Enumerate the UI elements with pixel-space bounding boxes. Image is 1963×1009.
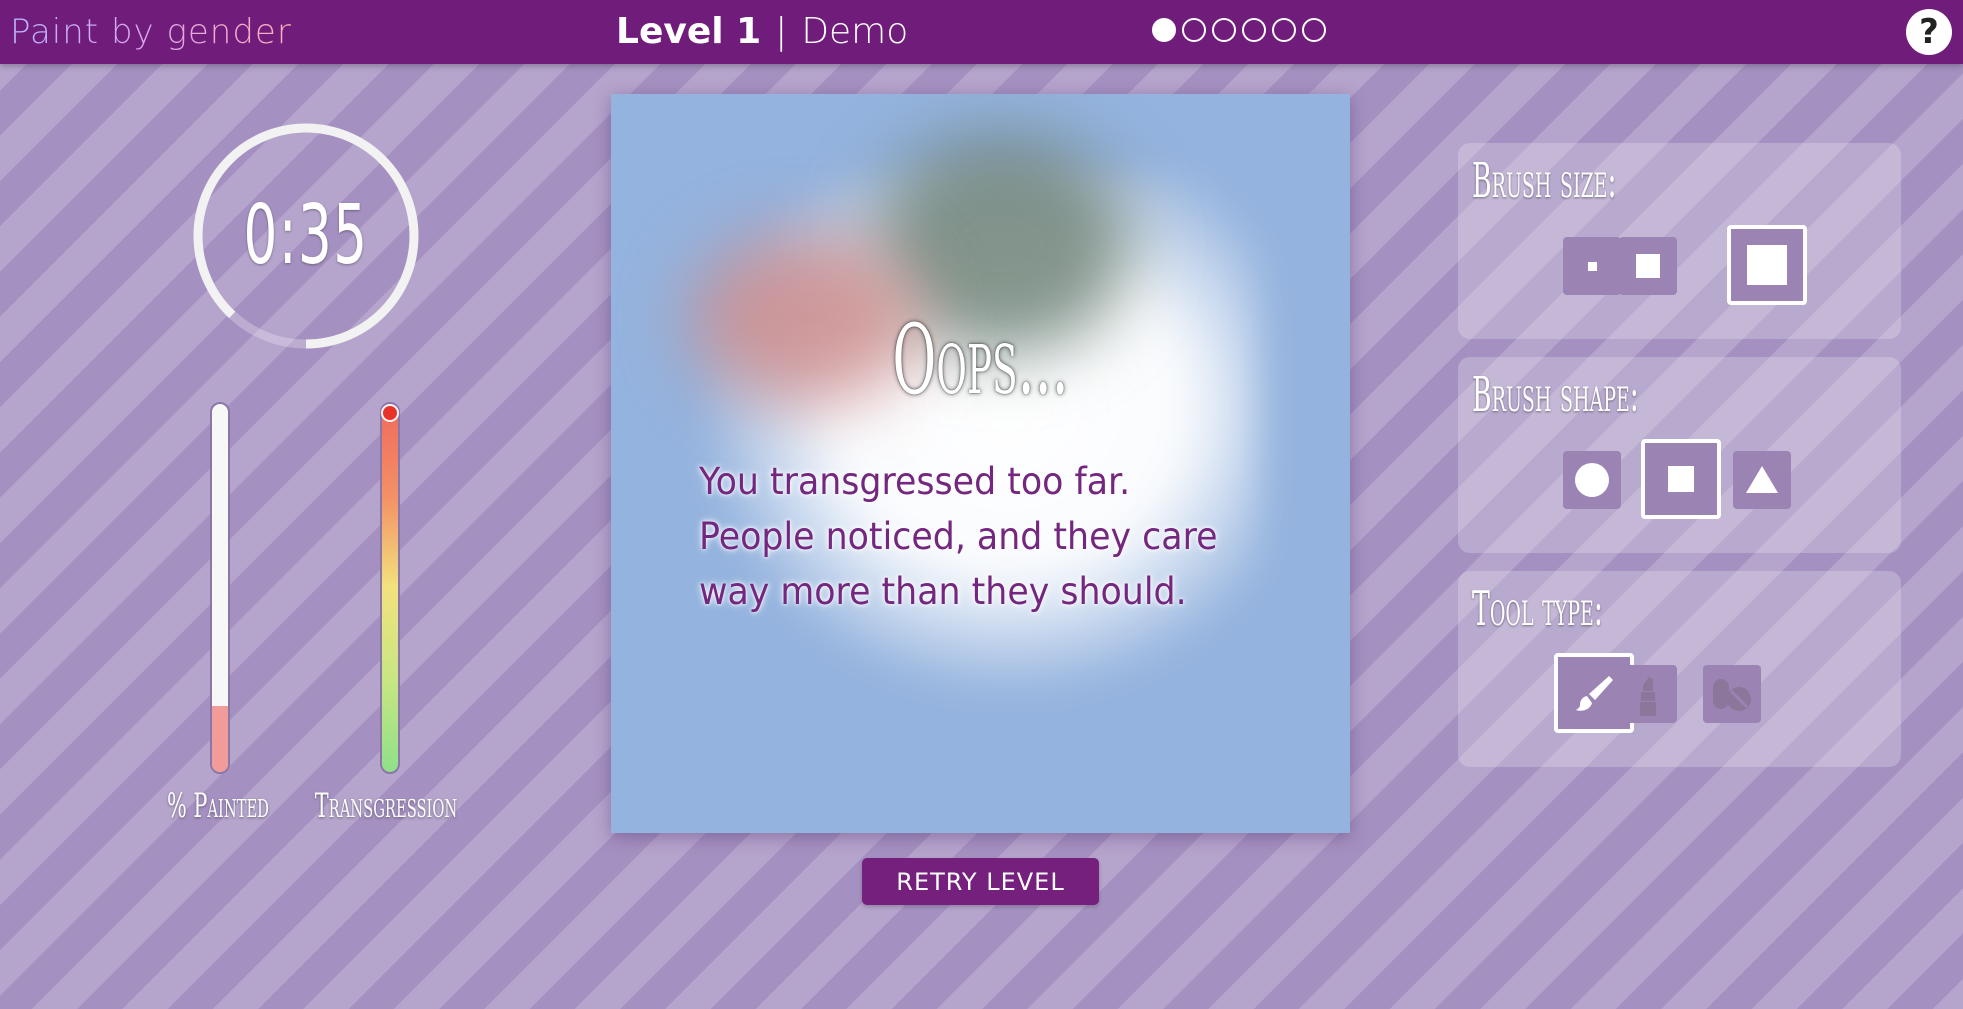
- transgression-meter-indicator: [381, 404, 399, 422]
- progress-dot: [1182, 18, 1206, 42]
- paint-canvas[interactable]: Oops... You transgressed too far. People…: [611, 94, 1350, 833]
- brush-shape-title: Brush shape:: [1472, 367, 1639, 423]
- circle-shape-button[interactable]: [1563, 451, 1621, 509]
- brush-size-medium-button[interactable]: [1619, 237, 1677, 295]
- message-line: People noticed, and they care: [699, 515, 1218, 558]
- mode-label: Demo: [801, 11, 909, 52]
- level-progress-dots: [1152, 18, 1326, 46]
- retry-level-button[interactable]: RETRY LEVEL: [862, 858, 1099, 905]
- painted-meter-fill: [212, 705, 228, 772]
- lipstick-icon: [1640, 677, 1656, 716]
- triangle-shape-button[interactable]: [1733, 451, 1791, 509]
- brush-size-large-button[interactable]: [1727, 225, 1807, 305]
- top-bar: Paint by gender Level 1 | Demo ?: [0, 0, 1963, 64]
- app-logo: Paint by gender: [10, 8, 292, 56]
- paintbrush-icon: [1576, 676, 1613, 711]
- help-button[interactable]: ?: [1906, 9, 1952, 55]
- square-shape-button[interactable]: [1641, 439, 1721, 519]
- painted-meter: [210, 402, 230, 774]
- countdown-timer: 0:35: [186, 116, 426, 356]
- square-icon: [1668, 466, 1694, 492]
- painted-label: % Painted: [167, 786, 269, 826]
- progress-dot: [1302, 18, 1326, 42]
- level-label: Level 1: [616, 11, 762, 52]
- brush-shape-panel: Brush shape:: [1458, 357, 1901, 553]
- progress-dot: [1152, 18, 1176, 42]
- lipstick-tool-button[interactable]: [1619, 665, 1677, 723]
- message-line: way more than they should.: [699, 570, 1187, 613]
- triangle-icon: [1746, 466, 1778, 493]
- progress-dot: [1272, 18, 1296, 42]
- circle-icon: [1575, 463, 1609, 497]
- brush-size-panel: Brush size:: [1458, 143, 1901, 339]
- progress-dot: [1212, 18, 1236, 42]
- message-line: You transgressed too far.: [699, 460, 1131, 503]
- tool-type-title: Tool type:: [1472, 581, 1603, 637]
- progress-dot: [1242, 18, 1266, 42]
- pills-tool-button[interactable]: [1703, 665, 1761, 723]
- failure-title: Oops...: [892, 304, 1069, 416]
- level-title: Level 1 | Demo: [616, 6, 908, 58]
- failure-message: You transgressed too far. People noticed…: [699, 454, 1299, 619]
- pills-icon: [1713, 679, 1751, 711]
- timer-display: 0:35: [243, 188, 369, 283]
- title-separator: |: [775, 11, 788, 52]
- tool-type-panel: Tool type:: [1458, 571, 1901, 767]
- brush-size-small-button[interactable]: [1563, 237, 1621, 295]
- transgression-label: Transgression: [314, 786, 458, 826]
- transgression-meter: [380, 402, 400, 774]
- brush-size-title: Brush size:: [1472, 153, 1617, 209]
